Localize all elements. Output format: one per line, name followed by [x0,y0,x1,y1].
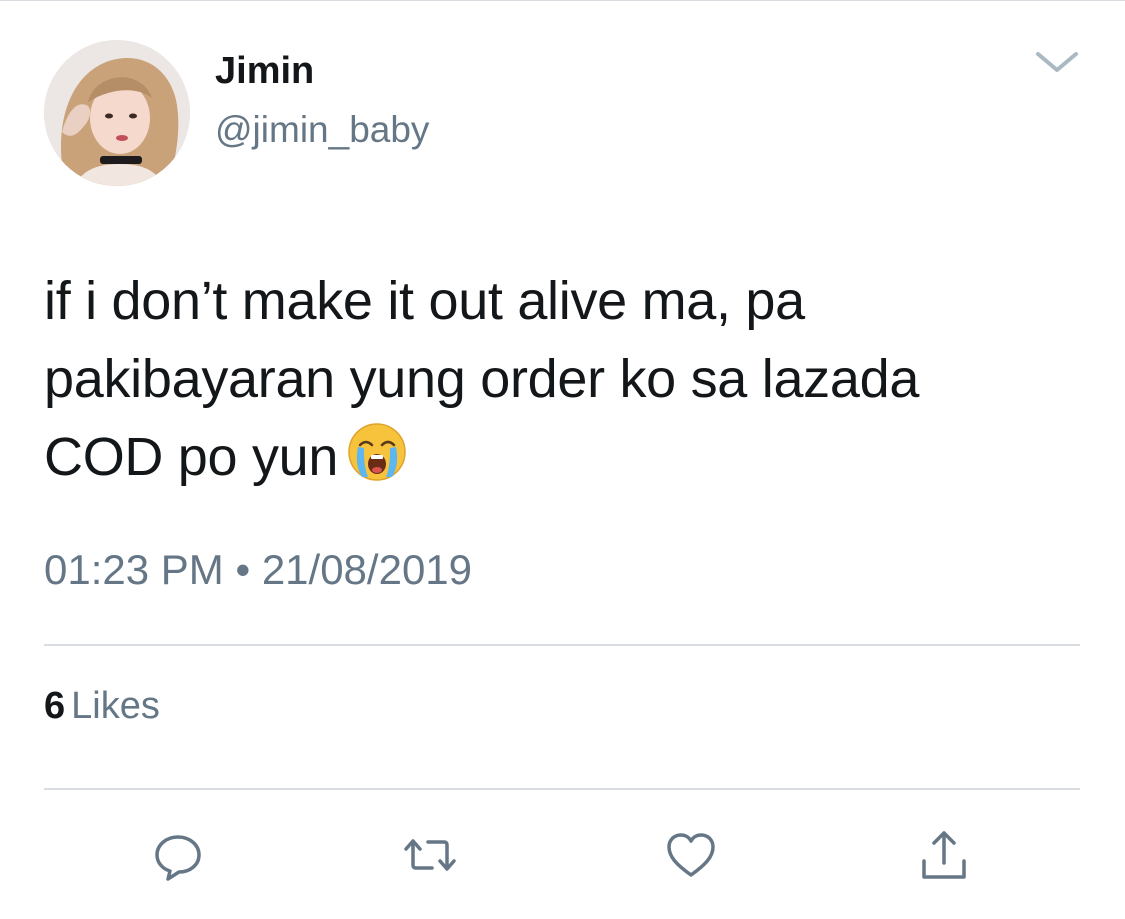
tweet-text-line: COD po yun [44,418,1104,496]
avatar-photo [44,40,190,186]
divider [44,788,1080,790]
likes-label: Likes [71,685,160,727]
divider [44,644,1080,646]
retweet-icon[interactable] [400,825,460,885]
user-handle[interactable]: @jimin_baby [215,109,429,151]
tweet-text: if i don’t make it out alive ma, pa paki… [44,262,1104,496]
avatar[interactable] [44,40,190,186]
reply-icon[interactable] [148,825,208,885]
tweet-text-line: pakibayaran yung order ko sa lazada [44,349,920,409]
tweet-text-line-content: COD po yun [44,427,339,487]
likes-count: 6 [44,685,66,727]
display-name[interactable]: Jimin [215,50,314,93]
likes-summary[interactable]: 6 Likes [44,685,160,728]
like-icon[interactable] [661,825,721,885]
tweet-text-line: if i don’t make it out alive ma, pa [44,271,805,331]
tweet-timestamp[interactable]: 01:23 PM • 21/08/2019 [44,546,472,594]
chevron-down-icon[interactable] [1030,44,1084,80]
top-divider [0,0,1125,1]
loudly-crying-face-icon [346,421,408,483]
share-icon[interactable] [914,825,974,885]
